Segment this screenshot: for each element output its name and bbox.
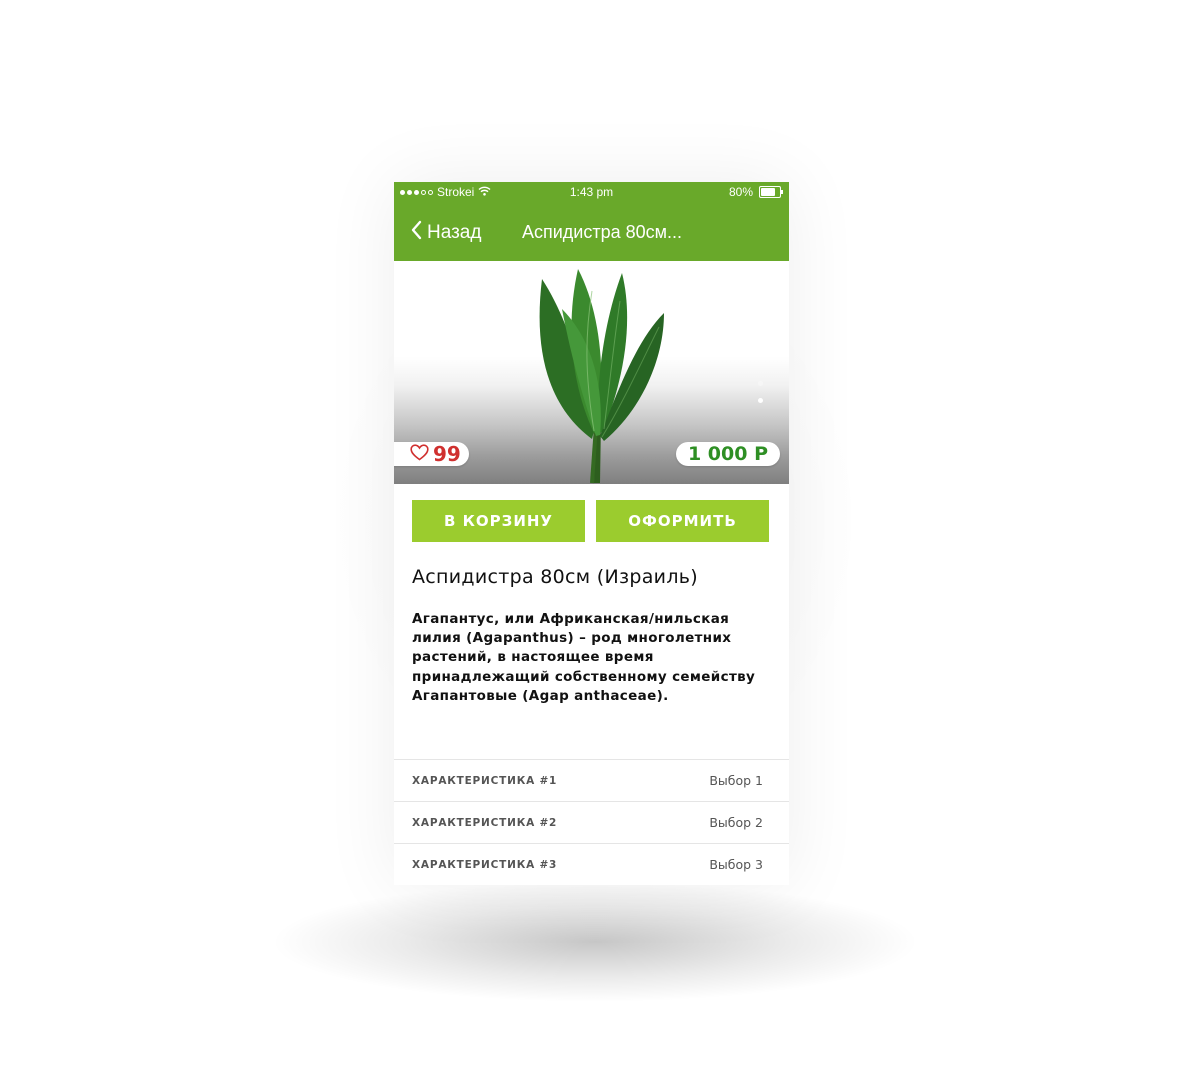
spec-value: Выбор 1	[709, 773, 763, 788]
battery-icon	[759, 186, 783, 198]
product-title: Аспидистра 80см (Израиль)	[412, 566, 698, 588]
navigation-bar: Назад Аспидистра 80см...	[394, 203, 789, 261]
spec-value: Выбор 2	[709, 815, 763, 830]
spec-name: ХАРАКТЕРИСТИКА #3	[412, 858, 558, 871]
status-right: 80%	[728, 185, 783, 199]
phone-screen: Strokei 1:43 pm 80% Назад Аспидистра 80с…	[394, 182, 789, 885]
likes-badge[interactable]: 99	[394, 442, 469, 466]
nav-title: Аспидистра 80см...	[522, 222, 683, 242]
spec-row[interactable]: ХАРАКТЕРИСТИКА #3 Выбор 3	[394, 844, 789, 885]
spec-name: ХАРАКТЕРИСТИКА #1	[412, 774, 558, 787]
product-image-gallery[interactable]: 99 1 000 Р	[394, 261, 789, 484]
status-bar: Strokei 1:43 pm 80%	[394, 182, 789, 203]
heart-icon	[410, 443, 429, 465]
checkout-button[interactable]: ОФОРМИТЬ	[596, 500, 769, 542]
specs-list: ХАРАКТЕРИСТИКА #1 Выбор 1 ХАРАКТЕРИСТИКА…	[394, 759, 789, 885]
product-description: Агапантус, или Африканская/нильская лили…	[412, 611, 756, 704]
back-button[interactable]: Назад	[410, 220, 481, 246]
product-image	[539, 269, 664, 484]
spec-name: ХАРАКТЕРИСТИКА #2	[412, 816, 558, 829]
likes-count: 99	[433, 442, 461, 466]
spec-row[interactable]: ХАРАКТЕРИСТИКА #1 Выбор 1	[394, 760, 789, 802]
spec-row[interactable]: ХАРАКТЕРИСТИКА #2 Выбор 2	[394, 802, 789, 844]
pager-dot-active[interactable]	[758, 398, 763, 403]
spec-value: Выбор 3	[709, 857, 763, 872]
image-pager[interactable]	[758, 381, 763, 403]
battery-percent: 80%	[728, 185, 753, 199]
background-stage: Strokei 1:43 pm 80% Назад Аспидистра 80с…	[0, 0, 1199, 1068]
pager-dot[interactable]	[758, 381, 763, 386]
chevron-left-icon	[410, 220, 422, 246]
back-label: Назад	[427, 222, 482, 243]
price-badge: 1 000 Р	[675, 442, 780, 466]
add-to-cart-button[interactable]: В КОРЗИНУ	[412, 500, 585, 542]
